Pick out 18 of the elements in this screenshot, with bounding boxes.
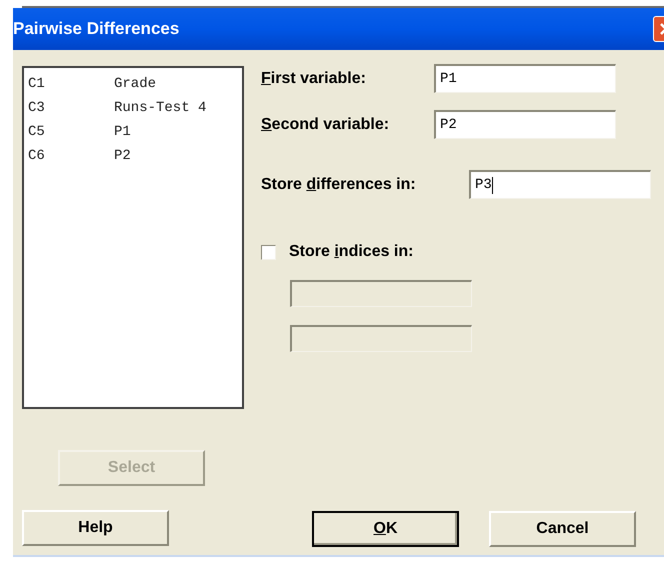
cancel-button[interactable]: Cancel <box>489 511 636 547</box>
list-item[interactable]: C5 P1 <box>28 120 242 144</box>
ok-button[interactable]: OK <box>312 511 459 547</box>
field-label: First variable: <box>261 68 367 88</box>
input-field[interactable]: P3 <box>469 170 651 199</box>
field-label: Store differences in: <box>261 174 417 194</box>
window-title: Pairwise Differences <box>13 18 180 40</box>
input-field[interactable] <box>290 325 472 352</box>
list-item[interactable]: C3 Runs-Test 4 <box>28 96 242 120</box>
help-button[interactable]: Help <box>22 510 169 546</box>
checkbox-label: Store indices in: <box>289 242 414 262</box>
list-item[interactable]: C6 P2 <box>28 144 242 168</box>
input-field[interactable] <box>290 280 472 307</box>
input-field[interactable]: P2 <box>434 110 616 139</box>
field-label: Second variable: <box>261 114 390 134</box>
list-item[interactable]: C1 Grade <box>28 72 242 96</box>
input-field[interactable]: P1 <box>434 64 616 93</box>
checkbox[interactable] <box>261 244 276 260</box>
